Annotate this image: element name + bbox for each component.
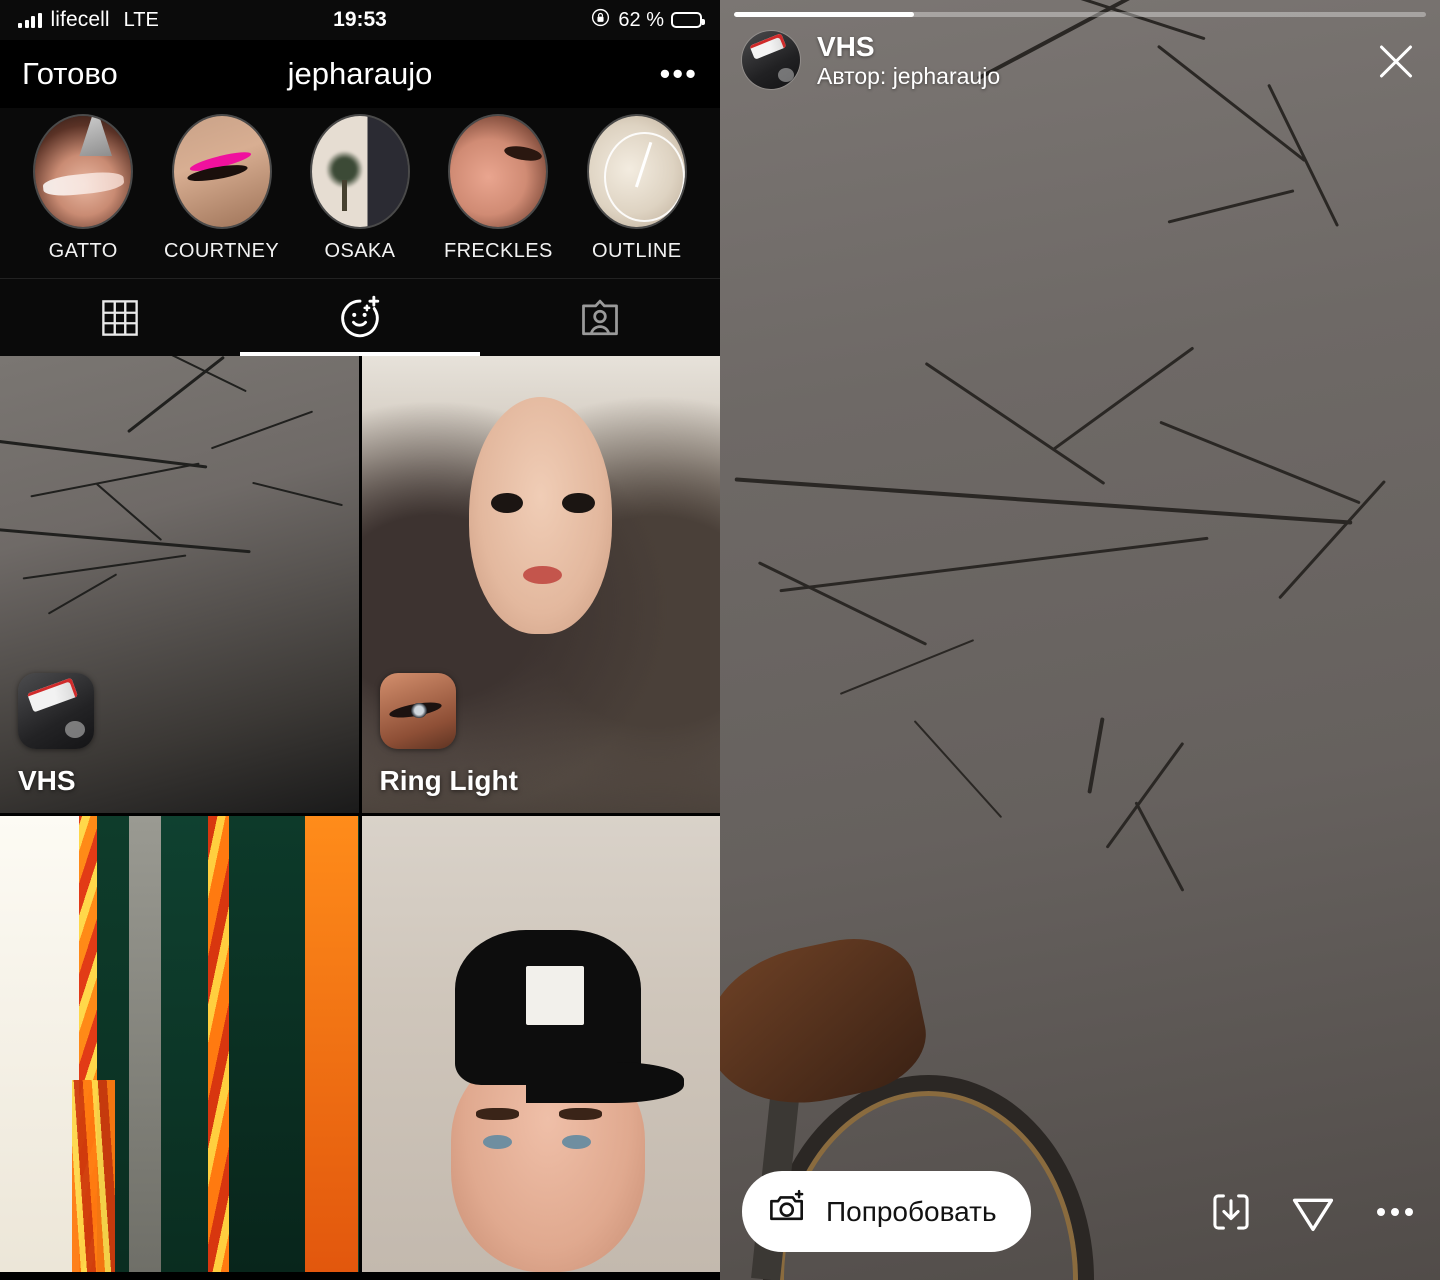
close-icon[interactable]: [1374, 38, 1418, 82]
save-download-icon[interactable]: [1208, 1189, 1254, 1235]
filter-thumbnail[interactable]: [309, 114, 410, 229]
app-screen: lifecell LTE 19:53 62 % Готово jepharauj…: [0, 0, 1440, 1280]
tab-tagged[interactable]: [480, 279, 720, 356]
tagged-person-icon: [578, 296, 622, 340]
filter-item-freckles[interactable]: FRECKLES: [434, 114, 562, 263]
story-progress-bar: [734, 12, 1426, 17]
carrier-label: lifecell: [50, 8, 110, 31]
filter-label: OSAKA: [324, 240, 396, 262]
filter-thumbnail[interactable]: [171, 114, 272, 229]
filter-label: GATTO: [48, 240, 118, 262]
vhs-tape-thumbnail: [18, 672, 94, 749]
filter-item-osaka[interactable]: OSAKA: [296, 114, 424, 263]
story-icon-actions: [1208, 1189, 1418, 1235]
send-paperplane-icon[interactable]: [1290, 1189, 1336, 1235]
filter-item-courtney[interactable]: COURTNEY: [158, 114, 286, 263]
effect-label: Ring Light: [379, 764, 518, 796]
rotation-lock-icon: [590, 7, 611, 33]
effect-preview-image: [0, 815, 359, 1272]
story-progress-fill: [734, 12, 914, 17]
battery-percent-label: 62 %: [618, 8, 664, 31]
try-effect-label: Попробовать: [826, 1195, 997, 1227]
status-bar-left: lifecell LTE: [18, 8, 159, 32]
more-options-icon[interactable]: •••: [659, 58, 698, 88]
camera-sparkle-icon: [768, 1188, 808, 1235]
done-button[interactable]: Готово: [22, 56, 118, 92]
effects-grid: VHS Ring Light: [0, 356, 720, 1272]
navigation-bar: Готово jepharaujo •••: [0, 40, 720, 108]
story-action-bar: Попробовать: [742, 1171, 1418, 1252]
try-effect-button[interactable]: Попробовать: [742, 1171, 1031, 1252]
effect-author-label: Автор: jepharaujo: [817, 63, 1001, 90]
filter-label: COURTNEY: [164, 240, 280, 262]
battery-icon: [671, 12, 705, 28]
effect-cell-ring-light[interactable]: Ring Light: [361, 356, 720, 813]
filter-item-outline[interactable]: OUTLINE: [573, 114, 701, 263]
effects-gallery-panel: lifecell LTE 19:53 62 % Готово jepharauj…: [0, 0, 720, 1280]
ring-light-thumbnail: [379, 672, 456, 749]
vhs-tape-avatar[interactable]: [742, 31, 800, 90]
effect-cell-vhs[interactable]: VHS: [0, 356, 359, 813]
tab-effects[interactable]: [240, 279, 480, 356]
filter-carousel[interactable]: GATTO COURTNEY OSAKA FRECKLES OUTLINE: [0, 108, 720, 278]
effect-story-preview-panel[interactable]: VHS Автор: jepharaujo Попробовать: [720, 0, 1440, 1280]
network-type-label: LTE: [123, 8, 159, 31]
status-bar-right: 62 %: [590, 7, 705, 33]
filter-thumbnail[interactable]: [448, 114, 549, 229]
cellular-signal-icon: [18, 12, 42, 28]
smiley-sparkle-icon: [335, 293, 385, 343]
more-options-icon[interactable]: [1372, 1189, 1418, 1235]
effect-preview-image: [361, 815, 720, 1272]
effect-cell-4[interactable]: [361, 815, 720, 1272]
effect-label: VHS: [18, 764, 76, 796]
story-header: VHS Автор: jepharaujo: [742, 30, 1418, 90]
story-meta: VHS Автор: jepharaujo: [817, 30, 1000, 90]
filter-label: FRECKLES: [443, 240, 553, 262]
status-bar: lifecell LTE 19:53 62 %: [0, 0, 720, 40]
grid-icon: [99, 297, 141, 339]
effect-name-label: VHS: [817, 31, 875, 62]
filter-thumbnail[interactable]: [33, 114, 134, 229]
effect-cell-3[interactable]: [0, 815, 359, 1272]
filter-label: OUTLINE: [592, 240, 682, 262]
tab-bar: [0, 278, 720, 356]
filter-item-gatto[interactable]: GATTO: [19, 114, 147, 263]
tab-grid[interactable]: [0, 279, 240, 356]
filter-thumbnail[interactable]: [586, 114, 687, 229]
